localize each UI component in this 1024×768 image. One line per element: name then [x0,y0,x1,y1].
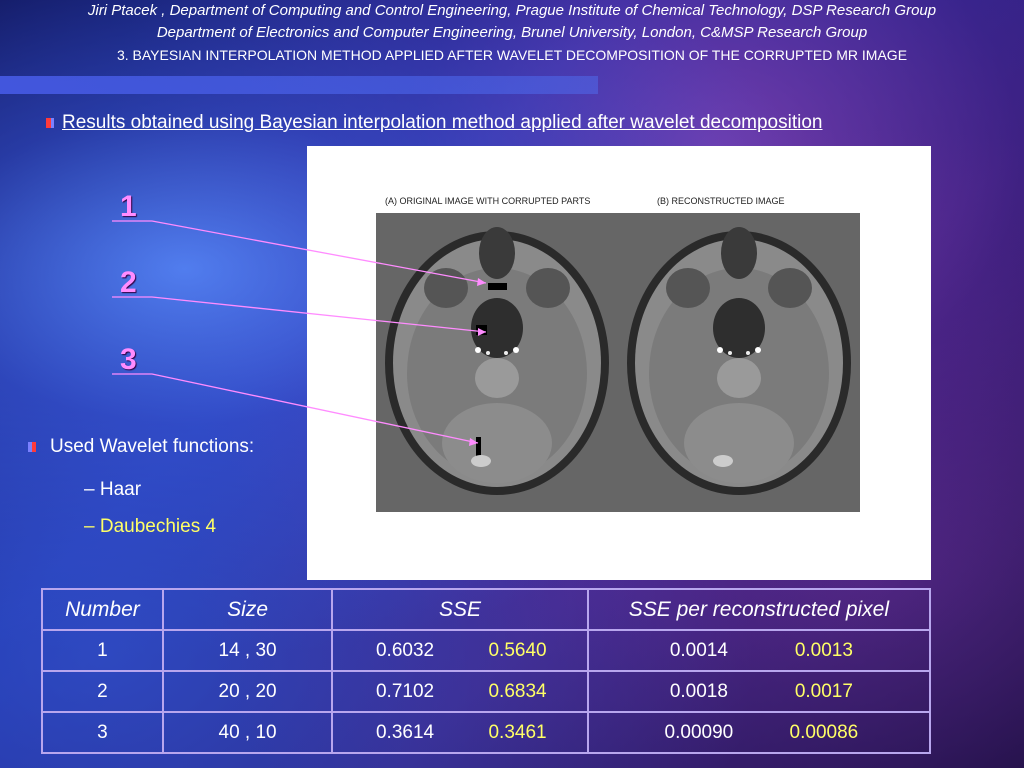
brain-scan-original [376,213,618,512]
table-row: 3 40 , 10 0.3614 0.3461 0.00090 0.00086 [41,711,932,754]
cell-size: 14 , 30 [161,629,334,672]
wavelet-item-daubechies: – Daubechies 4 [84,516,217,537]
cell-sse-per-pixel: 0.00090 0.00086 [586,711,932,754]
header-number: Number [41,588,164,631]
author-line: Jiri Ptacek , Department of Computing an… [87,2,937,19]
cell-sse-per-pixel: 0.0018 0.0017 [586,670,932,713]
table-row: 2 20 , 20 0.7102 0.6834 0.0018 0.0017 [41,670,932,713]
ssep-reconstructed: 0.0013 [794,639,853,661]
bullet-icon [28,441,36,452]
header-size: Size [161,588,334,631]
slide-header: Jiri Ptacek , Department of Computing an… [0,0,1024,66]
mri-original-image [376,213,618,512]
bullet-icon [46,117,54,128]
sse-reconstructed: 0.3461 [488,721,547,743]
mri-reconstructed-image [618,213,860,512]
sse-reconstructed: 0.5640 [488,639,547,661]
header-sse-per-pixel: SSE per reconstructed pixel [586,588,932,631]
table-header-row: Number Size SSE SSE per reconstructed pi… [41,588,932,631]
sse-reconstructed: 0.6834 [488,680,547,702]
wavelet-item-haar: – Haar [84,479,142,500]
slide-title: 3. BAYESIAN INTERPOLATION METHOD APPLIED… [116,47,908,63]
sse-original: 0.3614 [375,721,435,743]
ssep-original: 0.00090 [664,721,734,743]
cell-sse: 0.6032 0.5640 [331,629,589,672]
results-table: Number Size SSE SSE per reconstructed pi… [41,588,932,754]
table-row: 1 14 , 30 0.6032 0.5640 0.0014 0.0013 [41,629,932,672]
caption-original: (A) ORIGINAL IMAGE WITH CORRUPTED PARTS [385,196,591,206]
caption-reconstructed: (B) RECONSTRUCTED IMAGE [657,196,785,206]
wavelet-heading: Used Wavelet functions: [28,436,254,458]
sse-original: 0.7102 [375,680,435,702]
ssep-original: 0.0018 [669,680,728,702]
ssep-original: 0.0014 [669,639,728,661]
cell-size: 40 , 10 [161,711,334,754]
cell-sse: 0.3614 0.3461 [331,711,589,754]
marker-1: 1 [120,190,137,223]
brain-scan-reconstructed [618,213,860,512]
cell-number: 2 [41,670,164,713]
marker-2: 2 [120,266,137,299]
mri-figure: (A) ORIGINAL IMAGE WITH CORRUPTED PARTS … [307,146,931,580]
cell-sse: 0.7102 0.6834 [331,670,589,713]
affiliation-line: Department of Electronics and Computer E… [156,24,868,41]
header-bar [0,76,598,94]
cell-number: 1 [41,629,164,672]
cell-size: 20 , 20 [161,670,334,713]
cell-sse-per-pixel: 0.0014 0.0013 [586,629,932,672]
sse-original: 0.6032 [375,639,435,661]
ssep-reconstructed: 0.00086 [789,721,859,743]
cell-number: 3 [41,711,164,754]
header-sse: SSE [331,588,589,631]
results-heading: Results obtained using Bayesian interpol… [46,112,822,134]
marker-3: 3 [120,343,137,376]
ssep-reconstructed: 0.0017 [794,680,853,702]
